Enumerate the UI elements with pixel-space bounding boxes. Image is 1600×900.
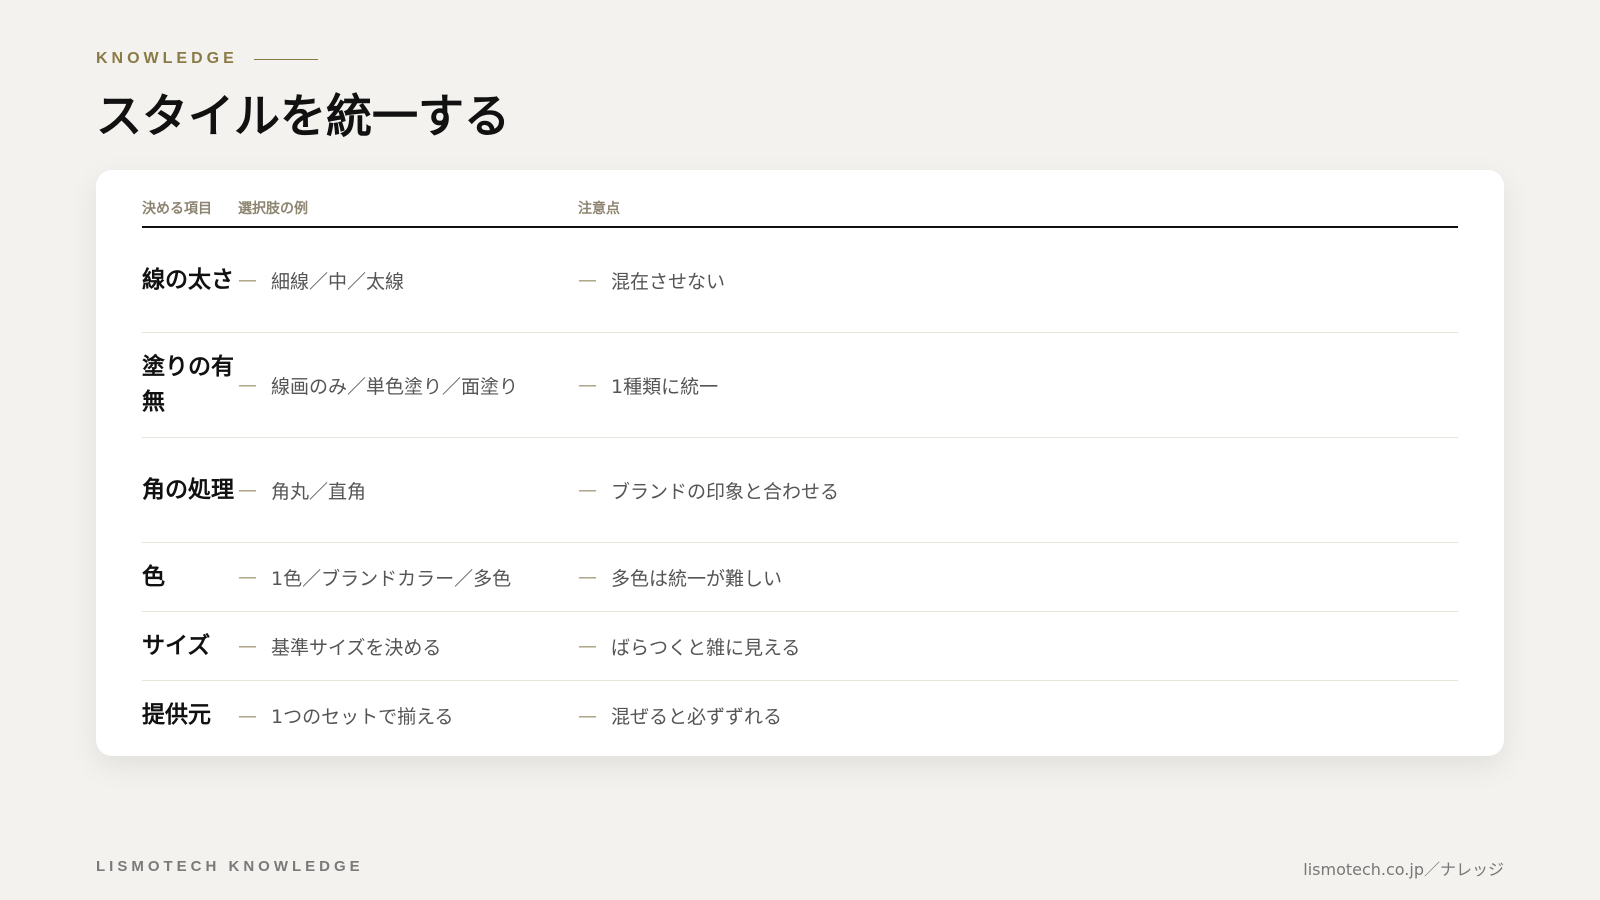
footer-brand: LISMOTECH KNOWLEDGE bbox=[96, 858, 364, 875]
dash-marker: — bbox=[578, 635, 597, 657]
row-item: 色 bbox=[142, 563, 165, 590]
table-header: 決める項目 選択肢の例 注意点 bbox=[142, 190, 1458, 228]
dash-marker: — bbox=[238, 374, 257, 396]
options-text: 角丸／直角 bbox=[271, 480, 367, 503]
eyebrow-rule bbox=[253, 58, 318, 60]
header-note: 注意点 bbox=[578, 201, 620, 217]
table-row: 塗りの有無 — 線画のみ／単色塗り／面塗り — 1種類に統一 bbox=[142, 333, 1458, 438]
row-note: — 多色は統一が難しい bbox=[578, 564, 1458, 591]
row-item: 線の太さ bbox=[142, 266, 234, 293]
table-row: 色 — 1色／ブランドカラー／多色 — 多色は統一が難しい bbox=[142, 543, 1458, 612]
row-options: — 1色／ブランドカラー／多色 bbox=[238, 564, 578, 591]
row-options: — 1つのセットで揃える bbox=[238, 702, 578, 729]
dash-marker: — bbox=[238, 269, 257, 291]
row-note: — 混ぜると必ずずれる bbox=[578, 702, 1458, 729]
dash-marker: — bbox=[578, 704, 597, 727]
dash-marker: — bbox=[578, 374, 597, 396]
note-text: 混在させない bbox=[611, 270, 726, 293]
table-row: 提供元 — 1つのセットで揃える — 混ぜると必ずずれる bbox=[142, 681, 1458, 750]
table-row: サイズ — 基準サイズを決める — ばらつくと雑に見える bbox=[142, 612, 1458, 681]
row-note: — 1種類に統一 bbox=[578, 372, 1458, 399]
header-item: 決める項目 bbox=[142, 201, 212, 217]
row-item: 角の処理 bbox=[142, 476, 234, 503]
row-note: — ブランドの印象と合わせる bbox=[578, 477, 1458, 504]
row-item: 提供元 bbox=[142, 702, 211, 728]
row-item: 塗りの有無 bbox=[142, 354, 234, 415]
dash-marker: — bbox=[238, 635, 257, 657]
row-note: — 混在させない bbox=[578, 267, 1458, 294]
note-text: 多色は統一が難しい bbox=[611, 567, 783, 590]
row-item: サイズ bbox=[142, 632, 211, 659]
row-options: — 線画のみ／単色塗り／面塗り bbox=[238, 372, 578, 399]
note-text: 1種類に統一 bbox=[611, 375, 719, 398]
note-text: ばらつくと雑に見える bbox=[611, 636, 801, 659]
content-card: 決める項目 選択肢の例 注意点 線の太さ — 細線／中／太線 — 混在させない … bbox=[96, 170, 1504, 756]
dash-marker: — bbox=[578, 566, 597, 588]
dash-marker: — bbox=[238, 704, 257, 727]
dash-marker: — bbox=[578, 479, 597, 501]
options-text: 1つのセットで揃える bbox=[271, 706, 454, 728]
dash-marker: — bbox=[238, 479, 257, 501]
dash-marker: — bbox=[238, 566, 257, 588]
eyebrow-label: KNOWLEDGE bbox=[96, 50, 238, 67]
note-text: ブランドの印象と合わせる bbox=[611, 480, 840, 503]
options-text: 基準サイズを決める bbox=[271, 636, 442, 659]
options-text: 線画のみ／単色塗り／面塗り bbox=[271, 375, 519, 398]
header-options: 選択肢の例 bbox=[238, 201, 308, 217]
row-options: — 角丸／直角 bbox=[238, 477, 578, 504]
options-text: 細線／中／太線 bbox=[271, 270, 405, 293]
footer-url: lismotech.co.jp／ナレッジ bbox=[1303, 860, 1504, 879]
row-options: — 基準サイズを決める bbox=[238, 633, 578, 660]
table-row: 線の太さ — 細線／中／太線 — 混在させない bbox=[142, 228, 1458, 333]
style-table: 決める項目 選択肢の例 注意点 線の太さ — 細線／中／太線 — 混在させない … bbox=[142, 190, 1458, 750]
note-text: 混ぜると必ずずれる bbox=[611, 706, 783, 728]
options-text: 1色／ブランドカラー／多色 bbox=[271, 567, 512, 590]
table-row: 角の処理 — 角丸／直角 — ブランドの印象と合わせる bbox=[142, 438, 1458, 543]
dash-marker: — bbox=[578, 269, 597, 291]
page-title: スタイルを統一する bbox=[96, 89, 510, 143]
row-note: — ばらつくと雑に見える bbox=[578, 633, 1458, 660]
eyebrow: KNOWLEDGE bbox=[96, 50, 318, 68]
row-options: — 細線／中／太線 bbox=[238, 267, 578, 294]
